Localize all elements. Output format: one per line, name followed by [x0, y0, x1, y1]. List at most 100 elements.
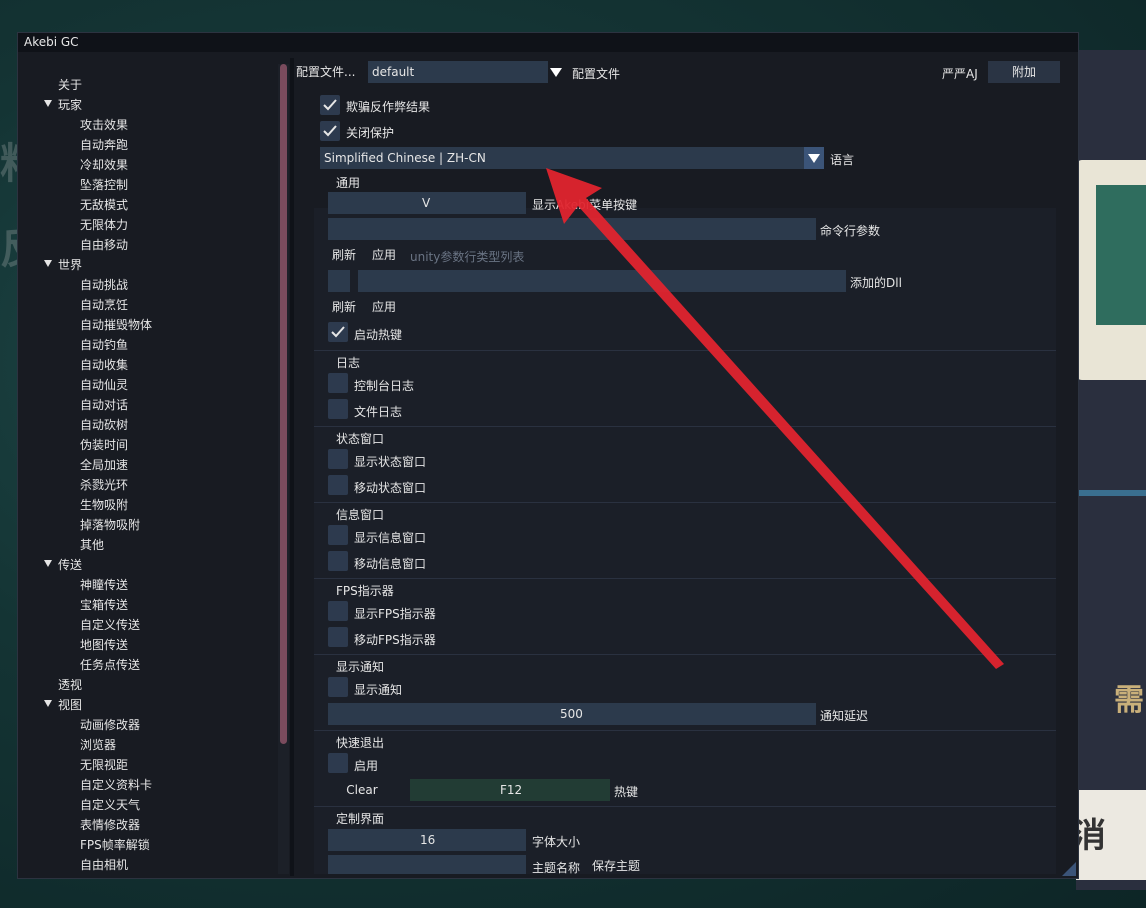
file-log-checkbox[interactable]: [328, 399, 348, 419]
show-status-checkbox[interactable]: [328, 449, 348, 469]
dll-list-toggle[interactable]: [328, 270, 350, 292]
sidebar-item[interactable]: 冷却效果: [80, 156, 128, 173]
info-section-title: 信息窗口: [336, 508, 385, 522]
apply-button-1[interactable]: 应用: [368, 244, 400, 266]
fps-section-title: FPS指示器: [336, 584, 394, 598]
sidebar-item[interactable]: 坠落控制: [80, 176, 128, 193]
sidebar-item[interactable]: 动画修改器: [80, 716, 140, 733]
sidebar-item[interactable]: 自动砍树: [80, 416, 128, 433]
config-file-button[interactable]: 配置文件...: [296, 61, 362, 83]
quit-hotkey-value: F12: [500, 783, 523, 797]
theme-name-label: 主题名称: [532, 861, 581, 874]
language-dropdown[interactable]: Simplified Chinese | ZH-CN: [320, 147, 806, 169]
language-dropdown-arrow-icon[interactable]: [804, 147, 824, 169]
config-dropdown-arrow-icon[interactable]: [546, 61, 566, 83]
sidebar-item[interactable]: 自动收集: [80, 356, 128, 373]
cheat-detect-checkbox[interactable]: [320, 95, 340, 115]
show-fps-checkbox[interactable]: [328, 601, 348, 621]
titlebar[interactable]: Akebi GC: [18, 33, 1078, 52]
sidebar-item[interactable]: 全局加速: [80, 456, 128, 473]
tree-expand-icon[interactable]: [44, 700, 52, 707]
sidebar-item[interactable]: 玩家: [58, 96, 82, 113]
sidebar-item[interactable]: 自动烹饪: [80, 296, 128, 313]
sidebar-item[interactable]: 自动挑战: [80, 276, 128, 293]
config-dropdown-value: default: [372, 65, 415, 79]
sidebar-item[interactable]: 关于: [58, 76, 82, 93]
sidebar-item[interactable]: 传送: [58, 556, 82, 573]
clear-button[interactable]: Clear: [328, 779, 396, 801]
sidebar-item[interactable]: 神瞳传送: [80, 576, 128, 593]
font-size-field[interactable]: 16: [328, 829, 526, 851]
sidebar-item[interactable]: 自定义天气: [80, 796, 140, 813]
sidebar-item[interactable]: FPS帧率解锁: [80, 836, 150, 853]
sidebar-item[interactable]: 浏览器: [80, 736, 116, 753]
file-log-label: 文件日志: [354, 405, 403, 419]
close-protect-checkbox[interactable]: [320, 121, 340, 141]
save-theme-button[interactable]: 保存主题: [586, 855, 646, 874]
close-protect-label: 关闭保护: [346, 126, 395, 140]
theme-name-field[interactable]: [328, 855, 526, 874]
tree-expand-icon[interactable]: [44, 100, 52, 107]
tree-expand-icon[interactable]: [44, 560, 52, 567]
show-notify-checkbox[interactable]: [328, 677, 348, 697]
notify-delay-value: 500: [560, 707, 583, 721]
resize-grip-icon[interactable]: [1062, 862, 1076, 876]
sidebar-item[interactable]: 自动钓鱼: [80, 336, 128, 353]
tree-expand-icon[interactable]: [44, 260, 52, 267]
sidebar-item[interactable]: 生物吸附: [80, 496, 128, 513]
cmdline-input[interactable]: [328, 218, 816, 240]
move-fps-checkbox[interactable]: [328, 627, 348, 647]
quit-hotkey-field[interactable]: F12: [410, 779, 610, 801]
sidebar-item[interactable]: 宝箱传送: [80, 596, 128, 613]
sidebar-scrollbar-thumb[interactable]: [280, 64, 287, 744]
dll-input[interactable]: [358, 270, 846, 292]
notify-delay-slider[interactable]: 500: [328, 703, 816, 725]
show-fps-label: 显示FPS指示器: [354, 607, 436, 621]
sidebar-item[interactable]: 无限体力: [80, 216, 128, 233]
config-file-label: 配置文件: [572, 67, 621, 81]
config-dropdown[interactable]: default: [368, 61, 548, 83]
hotkey-label: 显示Akebi菜单按键: [532, 198, 638, 212]
move-info-checkbox[interactable]: [328, 551, 348, 571]
quit-hotkey-label: 热键: [614, 785, 639, 799]
sidebar-item[interactable]: 其他: [80, 536, 104, 553]
section-divider: [314, 730, 1056, 731]
sidebar-item[interactable]: 掉落物吸附: [80, 516, 140, 533]
background-stripe: [1076, 490, 1146, 496]
apply-button-2[interactable]: 应用: [368, 296, 400, 318]
sidebar-item[interactable]: 自定义传送: [80, 616, 140, 633]
sidebar-item[interactable]: 伪装时间: [80, 436, 128, 453]
sidebar-item[interactable]: 世界: [58, 256, 82, 273]
sidebar-item[interactable]: 表情修改器: [80, 816, 140, 833]
pane-divider[interactable]: [290, 58, 294, 876]
enable-hotkey-checkbox[interactable]: [328, 322, 348, 342]
sidebar-item[interactable]: 地图传送: [80, 636, 128, 653]
quit-enable-checkbox[interactable]: [328, 753, 348, 773]
sidebar-item[interactable]: 自动摧毁物体: [80, 316, 152, 333]
sidebar-item[interactable]: 任务点传送: [80, 656, 140, 673]
sidebar-item[interactable]: 自由移动: [80, 236, 128, 253]
show-status-label: 显示状态窗口: [354, 455, 427, 469]
notify-delay-label: 通知延迟: [820, 709, 869, 723]
sidebar-item[interactable]: 无限视距: [80, 756, 128, 773]
sidebar-item[interactable]: 自由相机: [80, 856, 128, 873]
sidebar-item[interactable]: 杀戮光环: [80, 476, 128, 493]
sidebar-item[interactable]: 无敌模式: [80, 196, 128, 213]
show-info-checkbox[interactable]: [328, 525, 348, 545]
cmdline-label: 命令行参数: [820, 224, 881, 238]
console-log-checkbox[interactable]: [328, 373, 348, 393]
sidebar-item[interactable]: 自动奔跑: [80, 136, 128, 153]
move-status-checkbox[interactable]: [328, 475, 348, 495]
sidebar-item[interactable]: 自动仙灵: [80, 376, 128, 393]
sidebar-item[interactable]: 攻击效果: [80, 116, 128, 133]
refresh-button-1[interactable]: 刷新: [328, 244, 360, 266]
hotkey-value: V: [422, 196, 431, 210]
hotkey-field[interactable]: V: [328, 192, 526, 214]
sidebar-item[interactable]: 透视: [58, 676, 82, 693]
sidebar-item[interactable]: 自动对话: [80, 396, 128, 413]
refresh-button-2[interactable]: 刷新: [328, 296, 360, 318]
attach-button[interactable]: 附加: [988, 61, 1060, 83]
sidebar-item[interactable]: 自定义资料卡: [80, 776, 152, 793]
sidebar-item[interactable]: 视图: [58, 696, 82, 713]
quit-section-title: 快速退出: [336, 736, 385, 750]
